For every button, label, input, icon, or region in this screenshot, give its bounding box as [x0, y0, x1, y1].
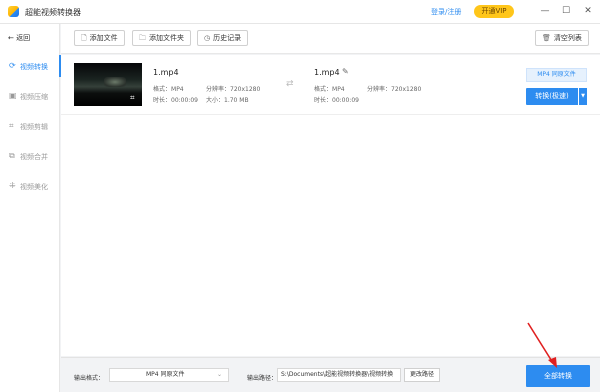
source-format: 格式：MP4: [153, 84, 184, 93]
clear-list-button[interactable]: 🗑 清空列表: [535, 30, 589, 46]
size-value: 1.70 MB: [224, 97, 249, 104]
title-bar: 超能视频转换器 登录/注册 开通VIP — ☐ ✕: [0, 0, 600, 24]
video-thumbnail[interactable]: ⌗: [74, 63, 142, 106]
target-format-selector[interactable]: MP4 同原文件: [526, 68, 587, 82]
output-format-select[interactable]: MP4 同原文件 ⌄: [109, 368, 229, 382]
convert-button[interactable]: 转换(极速): [526, 88, 578, 105]
sidebar-item-label: 视频剪辑: [20, 123, 48, 131]
format-value: MP4: [332, 86, 345, 93]
file-row: ⌗ 1.mp4 格式：MP4 分辨率：720x1280 时长：00:00:09 …: [61, 55, 600, 115]
output-duration: 时长：00:00:09: [314, 95, 359, 104]
duration-label: 时长：: [153, 97, 172, 104]
sidebar-item-compress[interactable]: ▣ 视频压缩: [0, 90, 60, 104]
sidebar-item-merge[interactable]: ⧉ 视频合并: [0, 150, 60, 164]
source-resolution: 分辨率：720x1280: [206, 84, 260, 93]
duration-label: 时长：: [314, 97, 333, 104]
add-folder-label: 添加文件夹: [149, 34, 184, 42]
source-size: 大小：1.70 MB: [206, 95, 249, 104]
vip-button[interactable]: 开通VIP: [474, 5, 514, 18]
arrow-left-icon: ←: [8, 34, 14, 42]
change-path-button[interactable]: 更改路径: [404, 368, 440, 382]
chevron-down-icon[interactable]: ▼: [579, 88, 587, 105]
add-file-label: 添加文件: [89, 34, 118, 42]
format-label: 格式：: [314, 86, 333, 93]
clear-list-label: 清空列表: [553, 34, 582, 42]
history-label: 历史记录: [213, 34, 242, 42]
output-format-label: 输出格式：: [74, 375, 105, 382]
resolution-value: 720x1280: [391, 86, 422, 93]
annotation-arrow-icon: [527, 322, 557, 368]
duration-value: 00:00:09: [171, 97, 198, 104]
output-path-field[interactable]: S:\Documents\超能视频转换器\视频转换: [277, 368, 401, 382]
close-icon[interactable]: ✕: [581, 4, 595, 18]
chevron-down-icon: ⌄: [216, 371, 222, 378]
format-label: 格式：: [153, 86, 172, 93]
resolution-label: 分辨率：: [367, 86, 392, 93]
sidebar-item-beautify[interactable]: ⁜ 视频美化: [0, 180, 60, 194]
clock-icon: ◷: [204, 34, 211, 42]
back-label: 返回: [16, 34, 31, 42]
source-duration: 时长：00:00:09: [153, 95, 198, 104]
convert-icon: ⟳: [9, 61, 16, 70]
app-title: 超能视频转换器: [25, 8, 81, 17]
minimize-icon[interactable]: —: [538, 4, 552, 18]
compress-icon: ▣: [9, 91, 17, 100]
add-folder-button[interactable]: 🗀 添加文件夹: [132, 30, 191, 46]
file-list: ⌗ 1.mp4 格式：MP4 分辨率：720x1280 时长：00:00:09 …: [61, 55, 600, 356]
size-label: 大小：: [206, 97, 225, 104]
sidebar-item-convert[interactable]: ⟳ 视频转换: [0, 55, 61, 77]
resolution-value: 720x1280: [230, 86, 261, 93]
sidebar-item-label: 视频合并: [20, 153, 48, 161]
duration-value: 00:00:09: [332, 97, 359, 104]
sidebar-item-label: 视频转换: [20, 63, 48, 71]
crop-icon[interactable]: ⌗: [130, 93, 135, 103]
login-link[interactable]: 登录/注册: [431, 7, 461, 17]
trash-icon: 🗑: [542, 34, 551, 42]
sidebar-item-label: 视频压缩: [20, 93, 48, 101]
app-logo-icon: [8, 6, 19, 17]
maximize-icon[interactable]: ☐: [559, 4, 573, 18]
output-path-label: 输出路径：: [247, 375, 278, 382]
edit-icon[interactable]: ✎: [342, 67, 349, 76]
sidebar-item-label: 视频美化: [20, 183, 48, 191]
format-value: MP4: [171, 86, 184, 93]
beautify-icon: ⁜: [9, 181, 16, 190]
source-file-name: 1.mp4: [153, 68, 179, 77]
toolbar: 🗋 添加文件 🗀 添加文件夹 ◷ 历史记录 🗑 清空列表: [61, 24, 600, 54]
history-button[interactable]: ◷ 历史记录: [197, 30, 249, 46]
back-button[interactable]: ← 返回: [8, 33, 30, 43]
convert-arrow-icon: ⇄: [286, 79, 294, 89]
output-resolution: 分辨率：720x1280: [367, 84, 421, 93]
output-format-value: MP4 同原文件: [146, 371, 185, 378]
sidebar: ← 返回 ⟳ 视频转换 ▣ 视频压缩 ⌗ 视频剪辑 ⧉ 视频合并 ⁜ 视频美化: [0, 24, 61, 392]
resolution-label: 分辨率：: [206, 86, 231, 93]
file-plus-icon: 🗋: [81, 34, 87, 42]
output-file-name: 1.mp4: [314, 68, 340, 77]
folder-icon: 🗀: [139, 34, 146, 42]
add-file-button[interactable]: 🗋 添加文件: [74, 30, 125, 46]
sidebar-item-edit[interactable]: ⌗ 视频剪辑: [0, 120, 60, 134]
output-format: 格式：MP4: [314, 84, 345, 93]
merge-icon: ⧉: [9, 151, 15, 160]
crop-icon: ⌗: [9, 121, 14, 130]
